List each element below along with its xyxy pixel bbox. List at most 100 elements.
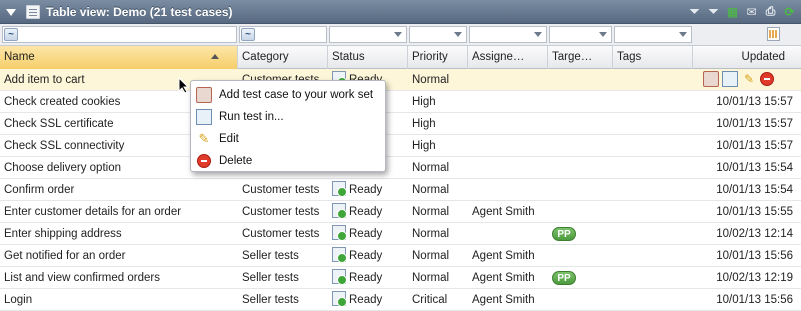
menu-item-add-to-workset[interactable]: Add test case to your work set [191,84,385,106]
category-filter-input[interactable]: ~ [239,26,327,43]
sort-ascending-icon [211,54,219,59]
table-view-icon [26,4,40,19]
column-header-priority[interactable]: Priority [408,46,468,69]
cell-target [550,245,613,267]
ready-status-icon [332,203,347,219]
table-header: Name Category Status Priority Assigne… T… [0,46,801,69]
column-header-name[interactable]: Name [0,46,238,69]
column-picker-icon[interactable] [767,27,780,41]
export-excel-icon[interactable]: ▦ [725,4,740,19]
filter-mode-toggle[interactable]: ~ [4,28,18,41]
priority-filter-select[interactable] [409,26,467,43]
cell-priority: Normal [412,206,450,218]
target-badge[interactable]: PP [552,226,576,241]
email-icon[interactable]: ✉ [744,4,759,19]
refresh-icon[interactable]: ⟳ [782,4,797,19]
table-row[interactable]: Add item to cartCustomer testsReadyNorma… [0,69,801,91]
cell-target: PP [550,267,613,289]
assignee-filter-select[interactable] [469,26,547,43]
cell-updated: 10/02/13 12:19 [716,272,793,284]
cell-target [550,69,613,91]
cell-target [550,289,613,311]
menu-item-label: Delete [219,155,253,167]
filter-clear-icon[interactable]: ⏷ [687,4,702,19]
tags-filter-select[interactable] [614,26,692,43]
cell-assignee [470,157,548,179]
table-row[interactable]: Check SSL connectivity High 10/01/13 15:57 [0,135,801,157]
cell-target: PP [550,223,613,245]
cell-assignee: Agent Smith [472,206,535,218]
column-header-status[interactable]: Status [328,46,408,69]
cell-assignee [470,223,548,245]
delete-icon[interactable] [760,72,774,86]
cell-priority: High [412,118,436,130]
cell-priority: Normal [412,74,450,86]
status-text: Ready [349,250,383,262]
menu-item-run-test[interactable]: Run test in... [191,106,385,128]
cell-updated: 10/01/13 15:54 [716,184,793,196]
run-icon[interactable] [722,71,738,87]
cell-assignee [470,135,548,157]
cell-updated: 10/02/13 12:14 [716,228,793,240]
menu-item-delete[interactable]: Delete [191,150,385,172]
ready-status-icon [332,181,347,197]
column-header-assignee[interactable]: Assigne… [468,46,548,69]
cell-assignee: Agent Smith [472,294,535,306]
chevron-down-icon [454,32,462,37]
chevron-down-icon [394,32,402,37]
cell-assignee: Agent Smith [472,272,535,284]
window-title: Table view: Demo (21 test cases) [46,4,233,19]
table-row[interactable]: Check created cookies High 10/01/13 15:57 [0,91,801,113]
cell-updated: 10/01/13 15:56 [716,294,793,306]
edit-icon[interactable]: ✎ [741,71,757,87]
column-header-updated[interactable]: Updated [693,46,801,69]
table-row[interactable]: List and view confirmed orders Seller tes… [0,267,801,289]
cell-target [550,135,613,157]
cell-name: Enter shipping address [4,228,122,240]
status-filter-select[interactable] [329,26,407,43]
cell-status: Ready [330,201,408,223]
table-row[interactable]: Confirm order Customer tests Ready Normal 10… [0,179,801,201]
context-menu: Add test case to your work set Run test … [190,80,386,172]
delete-icon [197,154,211,168]
column-header-target[interactable]: Targe… [548,46,613,69]
filter-mode-toggle[interactable]: ~ [241,28,255,41]
target-badge[interactable]: PP [552,270,576,285]
filter-row: ~ ~ [0,24,801,46]
cell-assignee [470,179,548,201]
name-filter-input[interactable]: ~ [2,26,237,43]
cell-category: Seller tests [242,250,299,262]
table-row[interactable]: Get notified for an order Seller tests Rea… [0,245,801,267]
cell-priority: Normal [412,184,450,196]
cell-category: Customer tests [242,206,320,218]
cell-category: Seller tests [242,294,299,306]
status-text: Ready [349,272,383,284]
cell-status: Ready [330,267,408,289]
cell-target [550,113,613,135]
table-row[interactable]: Enter customer details for an order Custo… [0,201,801,223]
cell-assignee [470,91,548,113]
menu-item-edit[interactable]: ✎ Edit [191,128,385,150]
ready-status-icon [332,291,347,307]
cell-priority: High [412,96,436,108]
table-row[interactable]: Login Seller tests Ready Critical Agent Smit… [0,289,801,311]
cell-category: Customer tests [242,228,320,240]
table-row[interactable]: Enter shipping address Customer tests Read… [0,223,801,245]
table-row[interactable]: Check SSL certificate High 10/01/13 15:57 [0,113,801,135]
print-icon[interactable]: ⎙ [763,4,778,19]
cell-status: Ready [330,245,408,267]
menu-item-label: Add test case to your work set [219,89,374,101]
cell-priority: Normal [412,272,450,284]
target-filter-select[interactable] [549,26,612,43]
filter-icon[interactable]: ⏷ [706,4,721,19]
column-header-category[interactable]: Category [238,46,328,69]
cell-target [550,201,613,223]
cell-priority: Normal [412,162,450,174]
column-header-tags[interactable]: Tags [613,46,693,69]
collapse-icon[interactable] [6,9,16,16]
cell-priority: Critical [412,294,448,306]
table-row[interactable]: Choose delivery option Normal 10/01/13 15:… [0,157,801,179]
workset-icon[interactable] [703,71,719,87]
cell-priority: Normal [412,250,450,262]
cell-assignee [470,113,548,135]
